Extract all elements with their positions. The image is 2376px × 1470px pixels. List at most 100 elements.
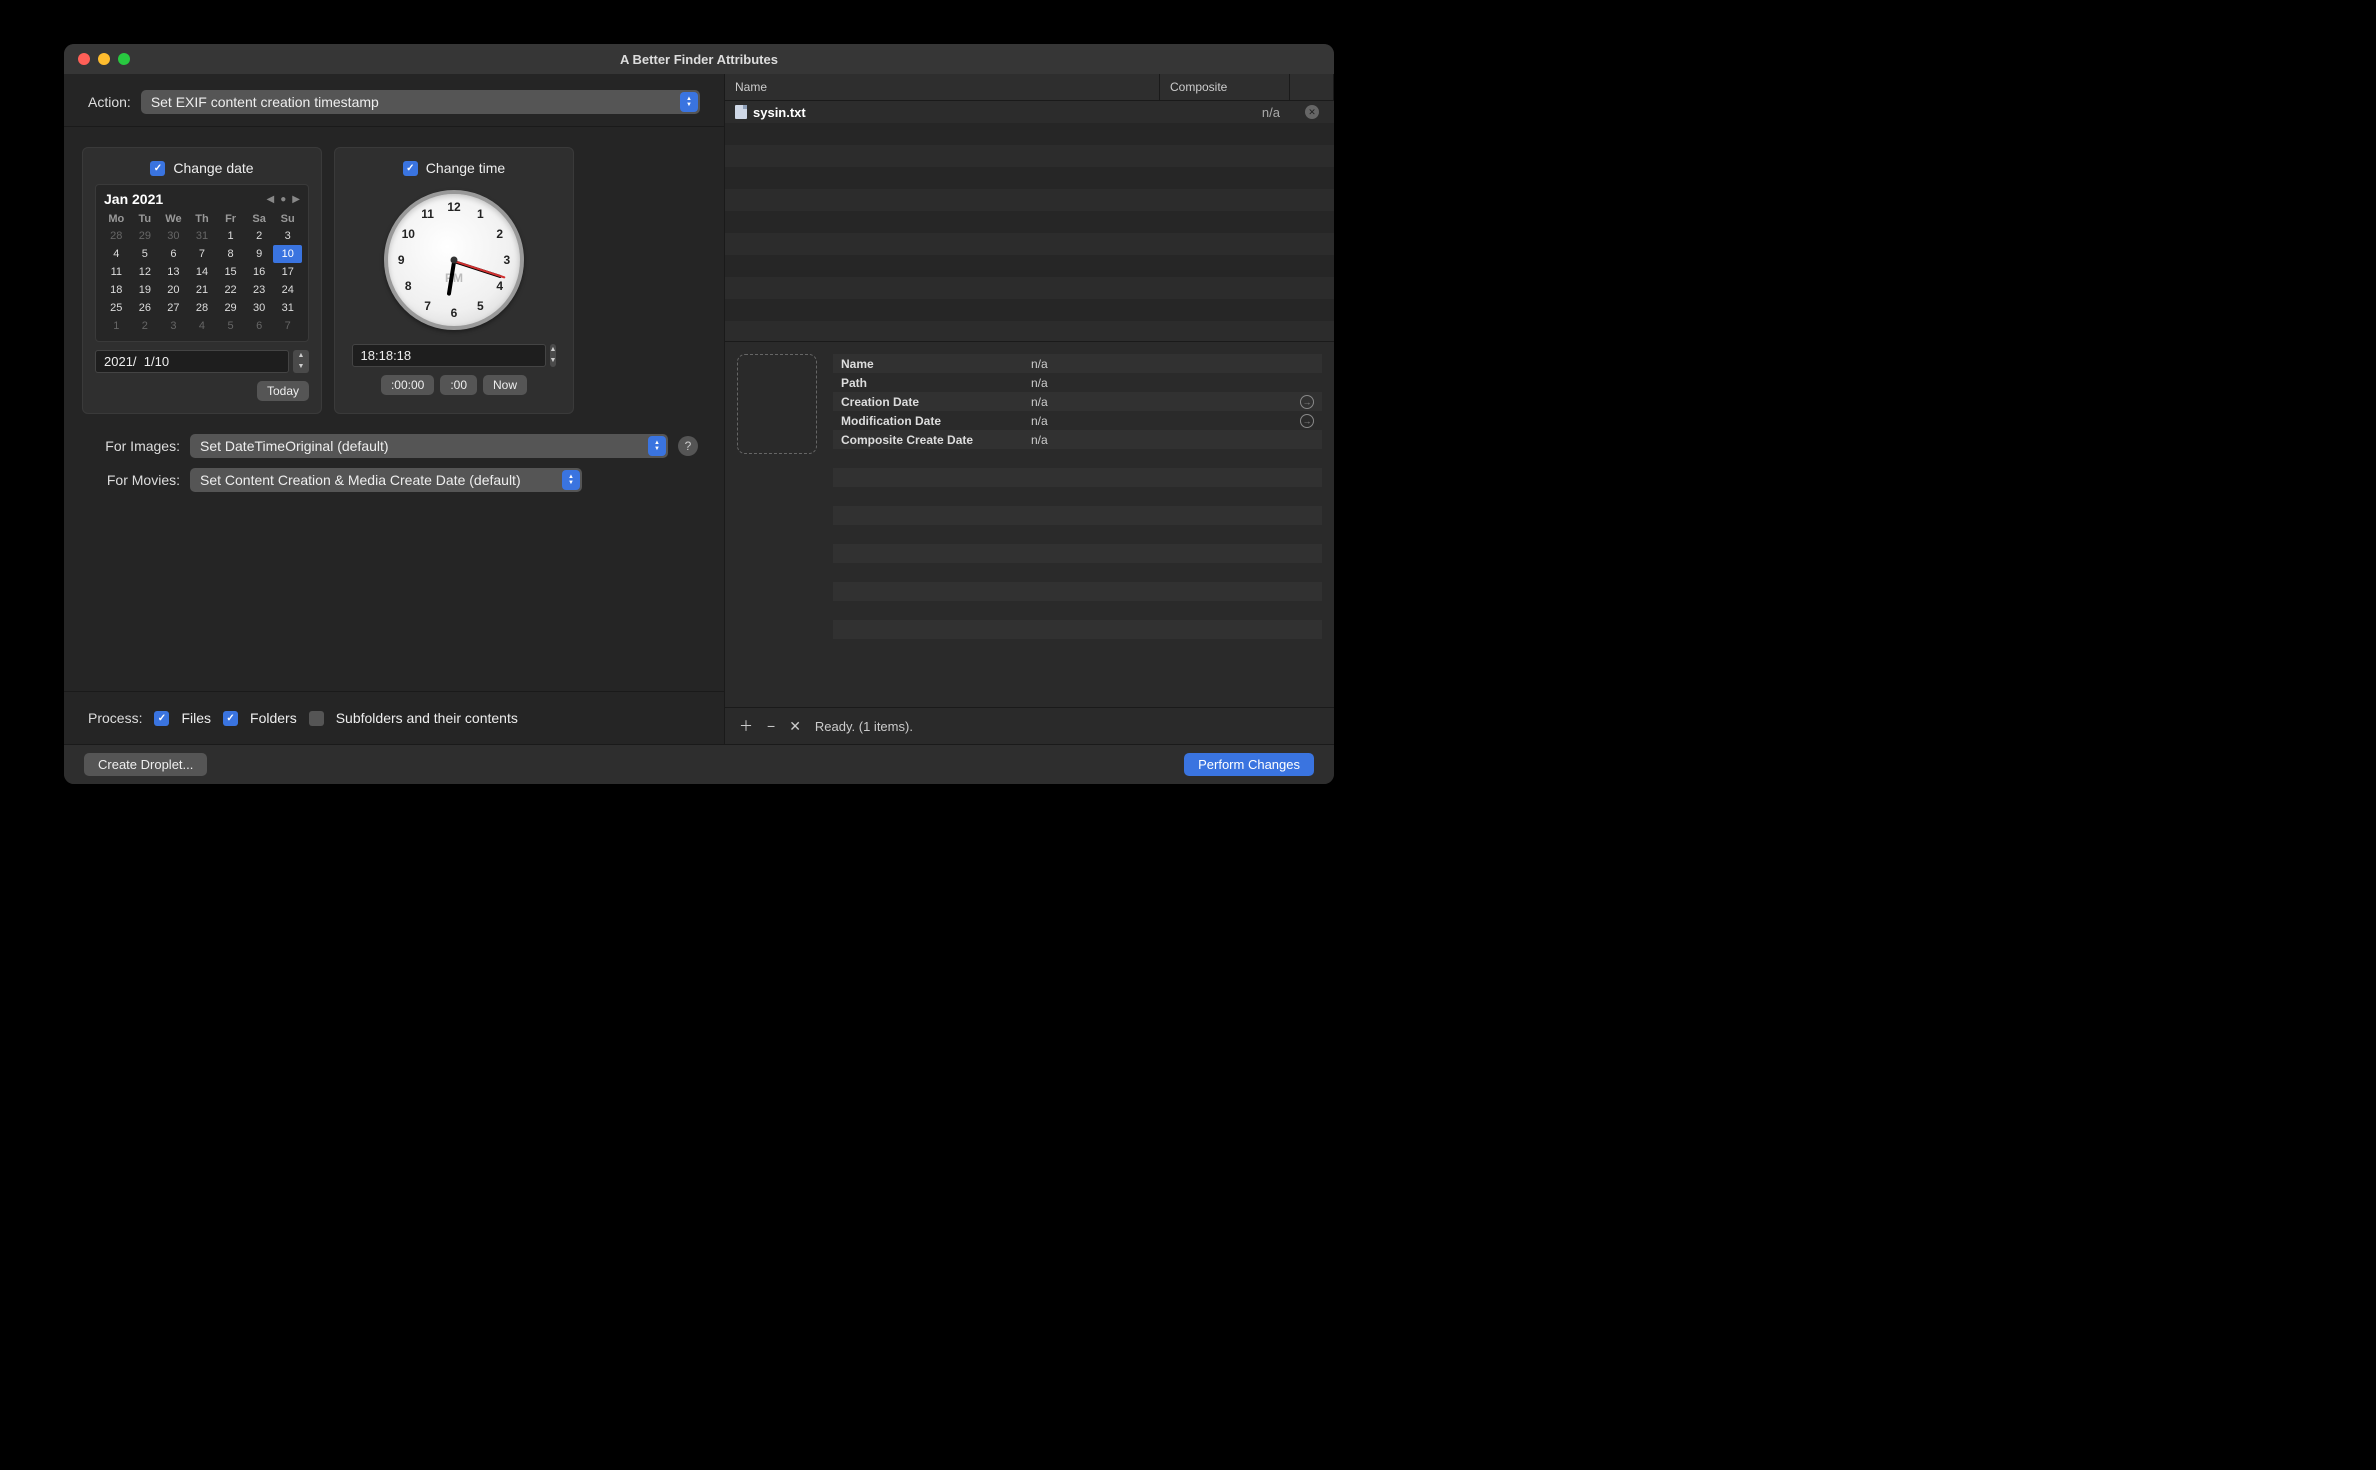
calendar-day[interactable]: 28 [102, 227, 131, 245]
date-input[interactable] [95, 350, 289, 373]
reset-seconds-button[interactable]: :00 [440, 375, 477, 395]
calendar-day[interactable]: 29 [131, 227, 160, 245]
for-movies-select[interactable]: Set Content Creation & Media Create Date… [190, 468, 582, 492]
perform-changes-button[interactable]: Perform Changes [1184, 753, 1314, 776]
calendar-weekday: We [159, 211, 188, 227]
calendar-day[interactable]: 24 [273, 281, 302, 299]
calendar-day[interactable]: 7 [273, 317, 302, 335]
calendar-day[interactable]: 3 [273, 227, 302, 245]
today-button[interactable]: Today [257, 381, 309, 401]
calendar-day[interactable]: 5 [216, 317, 245, 335]
table-row[interactable] [725, 145, 1334, 167]
calendar-day[interactable]: 6 [245, 317, 274, 335]
calendar-day[interactable]: 30 [159, 227, 188, 245]
calendar-day[interactable]: 13 [159, 263, 188, 281]
table-row[interactable] [725, 277, 1334, 299]
clock-icon[interactable]: PM 121234567891011 [384, 190, 524, 330]
calendar-day[interactable]: 16 [245, 263, 274, 281]
calendar-day[interactable]: 25 [102, 299, 131, 317]
time-stepper[interactable]: ▲▼ [550, 344, 557, 367]
calendar-day[interactable]: 19 [131, 281, 160, 299]
calendar-day[interactable]: 15 [216, 263, 245, 281]
help-icon[interactable]: ? [678, 436, 698, 456]
process-folders-checkbox[interactable]: ✓ [223, 711, 238, 726]
calendar-day[interactable]: 17 [273, 263, 302, 281]
action-select[interactable]: Set EXIF content creation timestamp ▲▼ [141, 90, 700, 114]
detail-row: Modification Daten/a→ [833, 411, 1322, 430]
calendar-day[interactable]: 5 [131, 245, 160, 263]
time-input[interactable] [352, 344, 546, 367]
calendar-day[interactable]: 10 [273, 245, 302, 263]
calendar-day[interactable]: 28 [188, 299, 217, 317]
chevron-updown-icon: ▲▼ [648, 436, 666, 456]
zoom-icon[interactable] [118, 53, 130, 65]
file-name: sysin.txt [753, 105, 806, 120]
table-row[interactable] [725, 123, 1334, 145]
table-row[interactable] [725, 233, 1334, 255]
status-text: Ready. (1 items). [815, 719, 913, 734]
calendar-prev-icon[interactable]: ◀ [267, 194, 275, 205]
calendar-day[interactable]: 2 [245, 227, 274, 245]
calendar-day[interactable]: 4 [188, 317, 217, 335]
detail-area: Namen/aPathn/aCreation Daten/a→Modificat… [725, 341, 1334, 707]
add-icon[interactable]: ＋ [739, 716, 753, 736]
date-stepper[interactable]: ▲▼ [293, 350, 309, 373]
calendar-day[interactable]: 3 [159, 317, 188, 335]
footer: Create Droplet... Perform Changes [64, 744, 1334, 784]
apply-date-icon[interactable]: → [1300, 395, 1314, 409]
calendar-day[interactable]: 23 [245, 281, 274, 299]
calendar-today-dot-icon[interactable]: ● [280, 194, 286, 205]
preview-dropzone[interactable] [737, 354, 817, 454]
minimize-icon[interactable] [98, 53, 110, 65]
th-name[interactable]: Name [725, 74, 1160, 100]
calendar-day[interactable]: 12 [131, 263, 160, 281]
calendar-day[interactable]: 22 [216, 281, 245, 299]
clock-number: 11 [421, 207, 434, 221]
table-row[interactable] [725, 255, 1334, 277]
remove-icon[interactable]: − [767, 718, 775, 734]
calendar-day[interactable]: 11 [102, 263, 131, 281]
clock-number: 2 [496, 227, 503, 241]
now-button[interactable]: Now [483, 375, 527, 395]
th-composite[interactable]: Composite [1160, 74, 1290, 100]
table-row[interactable] [725, 211, 1334, 233]
table-row[interactable] [725, 321, 1334, 341]
process-subfolders-checkbox[interactable] [309, 711, 324, 726]
calendar-day[interactable]: 27 [159, 299, 188, 317]
clear-icon[interactable]: ✕ [789, 718, 801, 735]
calendar-day[interactable]: 18 [102, 281, 131, 299]
calendar-day[interactable]: 4 [102, 245, 131, 263]
apply-date-icon[interactable]: → [1300, 414, 1314, 428]
calendar-day[interactable]: 31 [188, 227, 217, 245]
calendar-day[interactable]: 2 [131, 317, 160, 335]
calendar-day[interactable]: 9 [245, 245, 274, 263]
create-droplet-button[interactable]: Create Droplet... [84, 753, 207, 776]
calendar-day[interactable]: 20 [159, 281, 188, 299]
reset-seconds-minutes-button[interactable]: :00:00 [381, 375, 434, 395]
calendar-day[interactable]: 30 [245, 299, 274, 317]
table-row[interactable] [725, 167, 1334, 189]
change-date-checkbox[interactable]: ✓ [150, 161, 165, 176]
calendar-day[interactable]: 1 [102, 317, 131, 335]
calendar-day[interactable]: 26 [131, 299, 160, 317]
calendar-day[interactable]: 6 [159, 245, 188, 263]
calendar-day[interactable]: 29 [216, 299, 245, 317]
for-movies-label: For Movies: [90, 472, 180, 488]
calendar-day[interactable]: 1 [216, 227, 245, 245]
calendar-day[interactable]: 21 [188, 281, 217, 299]
change-time-checkbox[interactable]: ✓ [403, 161, 418, 176]
table-row[interactable]: sysin.txtn/a✕ [725, 101, 1334, 123]
calendar-day[interactable]: 8 [216, 245, 245, 263]
close-icon[interactable] [78, 53, 90, 65]
calendar-day[interactable]: 7 [188, 245, 217, 263]
remove-file-icon[interactable]: ✕ [1305, 105, 1319, 119]
table-row[interactable] [725, 299, 1334, 321]
calendar-day[interactable]: 14 [188, 263, 217, 281]
process-files-checkbox[interactable]: ✓ [154, 711, 169, 726]
calendar-next-icon[interactable]: ▶ [292, 194, 300, 205]
detail-row: Creation Daten/a→ [833, 392, 1322, 411]
calendar-day[interactable]: 31 [273, 299, 302, 317]
clock-number: 9 [398, 253, 405, 267]
for-images-select[interactable]: Set DateTimeOriginal (default) ▲▼ [190, 434, 668, 458]
table-row[interactable] [725, 189, 1334, 211]
